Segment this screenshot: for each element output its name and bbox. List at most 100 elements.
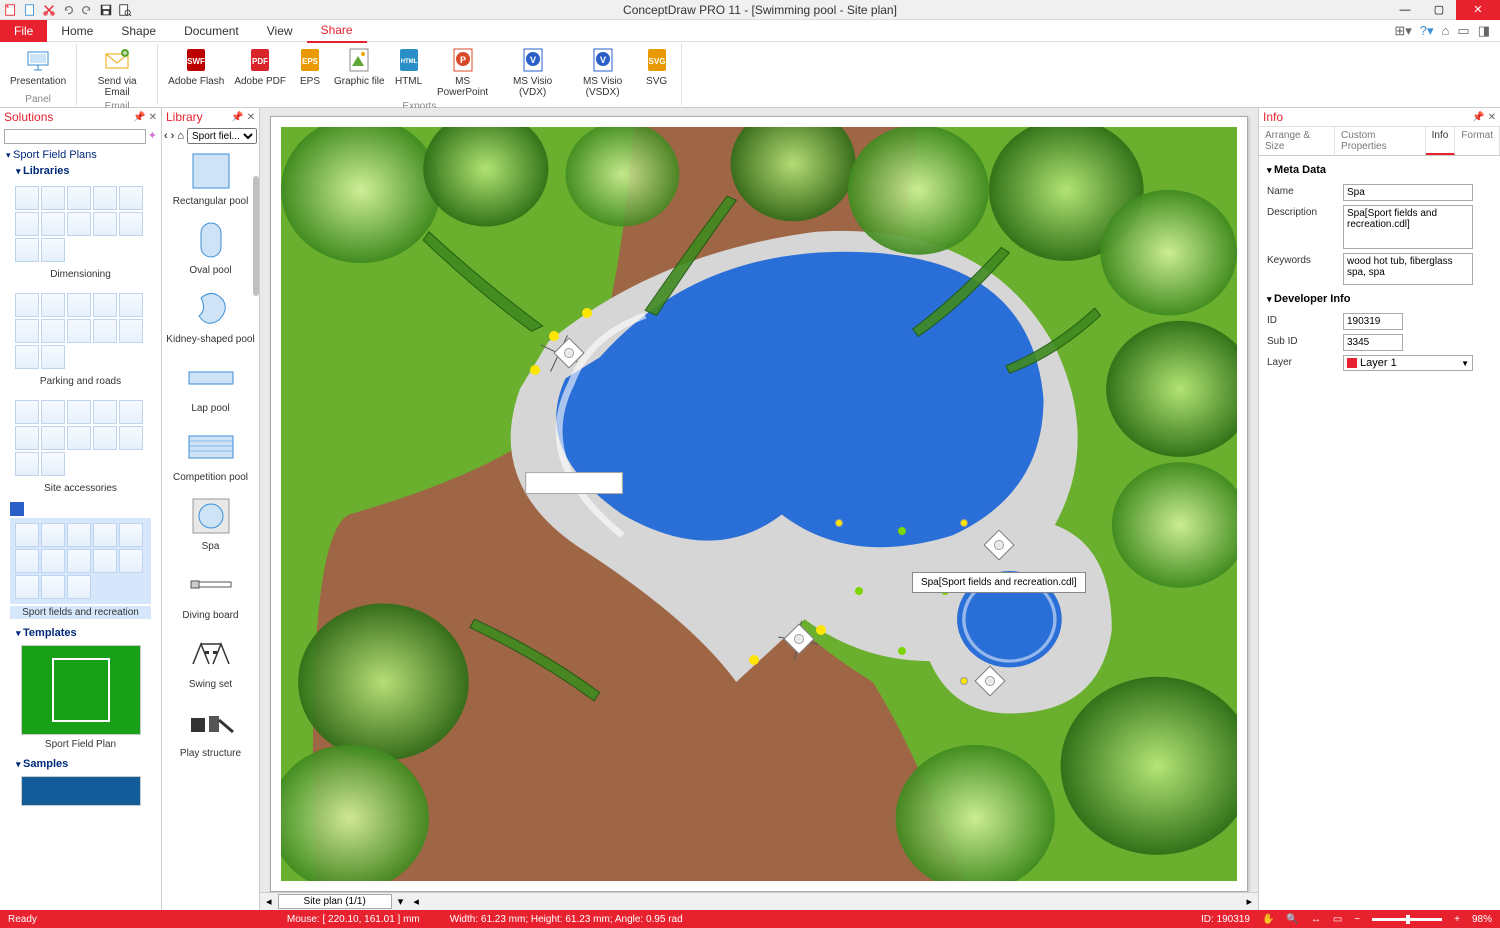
selection-handle[interactable] bbox=[898, 527, 906, 535]
shape-spa[interactable]: Spa bbox=[162, 491, 259, 560]
tree-root[interactable]: Sport Field Plans bbox=[0, 147, 161, 163]
site-plan-drawing[interactable]: Spa[Sport fields and recreation.cdl] bbox=[281, 127, 1237, 881]
preview-icon[interactable] bbox=[118, 3, 132, 17]
shape-rectangular-pool[interactable]: Rectangular pool bbox=[162, 146, 259, 215]
id-field[interactable] bbox=[1343, 313, 1403, 330]
info-panel: Info 📌 ✕ Arrange & Size Custom Propertie… bbox=[1258, 108, 1500, 910]
description-field[interactable]: Spa[Sport fields and recreation.cdl] bbox=[1343, 205, 1473, 249]
zoom-value[interactable]: 98% bbox=[1472, 914, 1492, 925]
lib-group-sportfields[interactable]: Sport fields and recreation bbox=[0, 500, 161, 625]
restore-view-icon[interactable]: ▭ bbox=[1457, 23, 1469, 39]
lib-home-icon[interactable]: ⌂ bbox=[177, 130, 184, 142]
export-flash-button[interactable]: SWFAdobe Flash bbox=[164, 44, 228, 89]
name-field[interactable] bbox=[1343, 184, 1473, 201]
chevron-down-icon: ▼ bbox=[1461, 359, 1469, 368]
rotate-handle[interactable] bbox=[960, 519, 968, 527]
export-svg-button[interactable]: SVGSVG bbox=[639, 44, 675, 89]
info-tab-format[interactable]: Format bbox=[1455, 126, 1500, 155]
export-eps-button[interactable]: EPSEPS bbox=[292, 44, 328, 89]
close-panel-icon[interactable]: ✕ bbox=[149, 112, 157, 123]
info-tab-arrange[interactable]: Arrange & Size bbox=[1259, 126, 1335, 155]
home-view-icon[interactable]: ⌂ bbox=[1442, 23, 1450, 39]
page-scroll-right-icon[interactable]: ▸ bbox=[1246, 895, 1252, 908]
lib-group-accessories[interactable]: Site accessories bbox=[0, 393, 161, 500]
page-width-icon[interactable]: ↔ bbox=[1311, 914, 1321, 925]
presentation-button[interactable]: Presentation bbox=[6, 44, 70, 89]
pin-icon[interactable]: 📌 bbox=[133, 112, 145, 123]
page-scroll-left-icon[interactable]: ◂ bbox=[413, 895, 419, 908]
shape-swing-set[interactable]: Swing set bbox=[162, 629, 259, 698]
keywords-field[interactable]: wood hot tub, fiberglass spa, spa bbox=[1343, 253, 1473, 285]
undo-icon[interactable] bbox=[61, 3, 75, 17]
template-thumb[interactable] bbox=[21, 645, 141, 735]
lib-group-parking[interactable]: Parking and roads bbox=[0, 286, 161, 393]
maximize-button[interactable]: ▢ bbox=[1422, 0, 1456, 20]
titlebar: ConceptDraw PRO 11 - [Swimming pool - Si… bbox=[0, 0, 1500, 20]
export-ppt-button[interactable]: PMS PowerPoint bbox=[429, 44, 497, 100]
send-email-button[interactable]: Send via Email bbox=[83, 44, 151, 100]
canvas-page[interactable]: Spa[Sport fields and recreation.cdl] bbox=[270, 116, 1248, 892]
selection-handle[interactable] bbox=[898, 647, 906, 655]
zoom-in-icon[interactable]: + bbox=[1454, 914, 1460, 925]
page-prev-icon[interactable]: ◂ bbox=[266, 895, 272, 908]
help-icon[interactable]: ?▾ bbox=[1420, 23, 1434, 39]
tab-document[interactable]: Document bbox=[170, 20, 253, 42]
shape-diving-board[interactable]: Diving board bbox=[162, 560, 259, 629]
save-lib-icon[interactable] bbox=[10, 502, 24, 516]
tree-templates[interactable]: Templates bbox=[0, 625, 161, 641]
search-options-icon[interactable]: ✦ bbox=[148, 129, 157, 144]
scrollbar-thumb[interactable] bbox=[253, 176, 259, 296]
subid-field[interactable] bbox=[1343, 334, 1403, 351]
shape-kidney-pool[interactable]: Kidney-shaped pool bbox=[162, 284, 259, 353]
window-menu-icon[interactable]: ⊞▾ bbox=[1394, 23, 1411, 39]
export-vsdx-button[interactable]: VMS Visio (VSDX) bbox=[569, 44, 637, 100]
scissors-icon[interactable] bbox=[42, 3, 56, 17]
zoom-out-icon[interactable]: − bbox=[1354, 914, 1360, 925]
file-menu[interactable]: File bbox=[0, 20, 47, 42]
status-ready: Ready bbox=[8, 914, 37, 925]
export-vdx-button[interactable]: VMS Visio (VDX) bbox=[499, 44, 567, 100]
meta-data-section[interactable]: Meta Data bbox=[1267, 160, 1492, 180]
save-icon[interactable] bbox=[99, 3, 113, 17]
zoom-tool-icon[interactable]: 🔍 bbox=[1286, 914, 1298, 925]
shape-lap-pool[interactable]: Lap pool bbox=[162, 353, 259, 422]
developer-info-section[interactable]: Developer Info bbox=[1267, 289, 1492, 309]
lib-dropdown[interactable]: Sport fiel... bbox=[187, 128, 257, 144]
lib-group-dimensioning[interactable]: Dimensioning bbox=[0, 179, 161, 286]
tab-home[interactable]: Home bbox=[47, 20, 107, 42]
sample-thumb[interactable] bbox=[21, 776, 141, 806]
export-graphic-button[interactable]: Graphic file bbox=[330, 44, 389, 89]
fit-page-icon[interactable]: ▭ bbox=[1333, 914, 1342, 925]
shape-play-structure[interactable]: Play structure bbox=[162, 698, 259, 767]
tab-shape[interactable]: Shape bbox=[107, 20, 170, 42]
info-tab-info[interactable]: Info bbox=[1426, 126, 1456, 155]
shape-competition-pool[interactable]: Competition pool bbox=[162, 422, 259, 491]
close-panel-icon[interactable]: ✕ bbox=[1488, 112, 1496, 123]
lib-back-icon[interactable]: ‹ bbox=[164, 130, 168, 142]
pan-tool-icon[interactable]: ✋ bbox=[1262, 914, 1274, 925]
canvas-viewport[interactable]: Spa[Sport fields and recreation.cdl] bbox=[260, 108, 1258, 892]
expand-icon[interactable]: ◨ bbox=[1478, 23, 1490, 39]
lib-fwd-icon[interactable]: › bbox=[171, 130, 175, 142]
tree-libraries[interactable]: Libraries bbox=[0, 163, 161, 179]
new-icon[interactable] bbox=[23, 3, 37, 17]
solutions-search-input[interactable] bbox=[4, 129, 146, 144]
tab-view[interactable]: View bbox=[253, 20, 307, 42]
pin-icon[interactable]: 📌 bbox=[1472, 112, 1484, 123]
pin-icon[interactable]: 📌 bbox=[231, 112, 243, 123]
tab-share[interactable]: Share bbox=[307, 19, 367, 43]
page-menu-icon[interactable]: ▾ bbox=[398, 895, 404, 908]
minimize-button[interactable]: — bbox=[1388, 0, 1422, 20]
layer-select[interactable]: Layer 1 ▼ bbox=[1343, 355, 1473, 371]
tree-samples[interactable]: Samples bbox=[0, 756, 161, 772]
shape-oval-pool[interactable]: Oval pool bbox=[162, 215, 259, 284]
redo-icon[interactable] bbox=[80, 3, 94, 17]
close-panel-icon[interactable]: ✕ bbox=[247, 112, 255, 123]
page-tab[interactable]: Site plan (1/1) bbox=[278, 894, 392, 909]
info-tab-custom[interactable]: Custom Properties bbox=[1335, 126, 1426, 155]
close-button[interactable]: ✕ bbox=[1456, 0, 1500, 20]
export-html-button[interactable]: HTMLHTML bbox=[391, 44, 427, 89]
zoom-slider[interactable] bbox=[1372, 918, 1442, 921]
export-pdf-button[interactable]: PDFAdobe PDF bbox=[230, 44, 290, 89]
selection-handle[interactable] bbox=[855, 587, 863, 595]
